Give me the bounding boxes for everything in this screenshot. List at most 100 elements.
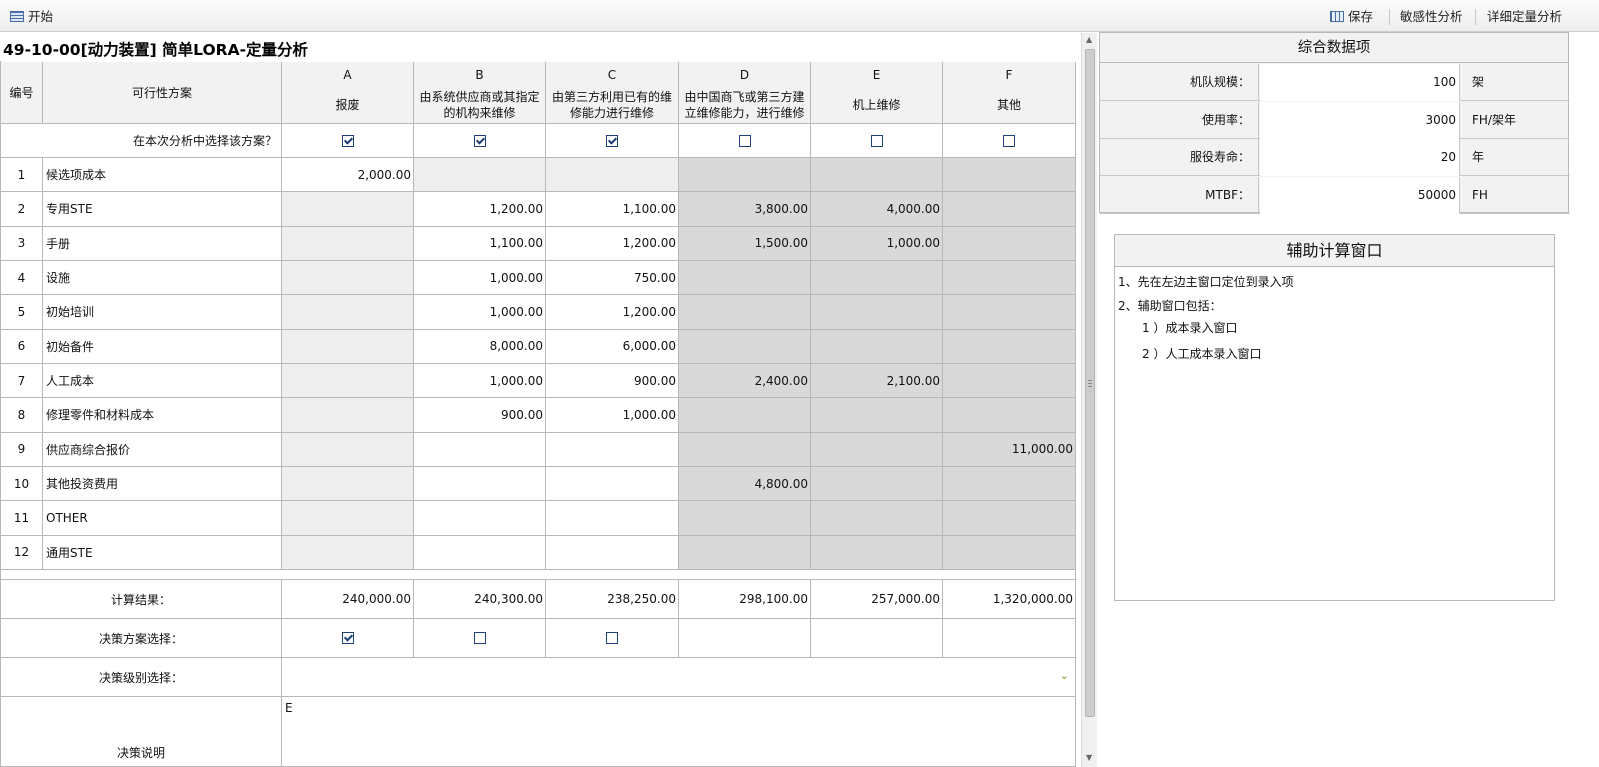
cost-cell[interactable]: [943, 260, 1076, 296]
cost-cell[interactable]: 1,500.00: [679, 226, 811, 261]
cost-cell[interactable]: [414, 432, 546, 467]
chevron-down-icon[interactable]: ⌄: [1060, 669, 1069, 682]
cost-cell[interactable]: [546, 501, 679, 536]
option-select-cell: [414, 124, 546, 158]
cost-cell[interactable]: [943, 363, 1076, 399]
start-button[interactable]: 开始: [10, 8, 53, 26]
cost-cell[interactable]: [811, 260, 943, 296]
save-button[interactable]: 保存: [1330, 8, 1373, 26]
cost-cell[interactable]: 1,000.00: [546, 398, 679, 433]
summary-value-input[interactable]: 3000: [1260, 101, 1460, 139]
cost-cell[interactable]: [679, 295, 811, 330]
option-select-checkbox[interactable]: [606, 134, 618, 147]
cost-cell[interactable]: 1,000.00: [414, 295, 546, 330]
header-option: 可行性方案: [43, 62, 282, 124]
cost-cell[interactable]: [811, 158, 943, 193]
header-column-a: A 报废: [282, 62, 414, 124]
cost-cell[interactable]: [943, 501, 1076, 536]
cost-cell[interactable]: [679, 432, 811, 467]
cost-cell[interactable]: [943, 226, 1076, 261]
cost-cell[interactable]: [679, 398, 811, 433]
cost-cell[interactable]: [943, 158, 1076, 193]
cost-cell: [282, 295, 414, 330]
option-select-checkbox[interactable]: [341, 134, 354, 147]
row-name: 初始备件: [43, 329, 282, 364]
cost-cell[interactable]: [943, 295, 1076, 330]
cost-cell[interactable]: [811, 295, 943, 330]
cost-cell[interactable]: 2,100.00: [811, 363, 943, 399]
cost-cell[interactable]: [811, 535, 943, 570]
decision-checkbox[interactable]: [473, 632, 486, 644]
scroll-up-icon[interactable]: ▲: [1086, 35, 1092, 44]
cost-cell[interactable]: [943, 192, 1076, 227]
row-number: 11: [1, 501, 43, 536]
cost-cell[interactable]: 1,000.00: [414, 260, 546, 296]
cost-cell: [282, 398, 414, 433]
option-select-checkbox[interactable]: [473, 134, 486, 147]
cost-cell[interactable]: 2,000.00: [282, 158, 414, 193]
cost-cell[interactable]: [546, 535, 679, 570]
cost-cell: [414, 158, 546, 193]
cost-cell[interactable]: [811, 432, 943, 467]
cost-cell[interactable]: [811, 329, 943, 364]
cost-cell[interactable]: [414, 535, 546, 570]
decision-checkbox[interactable]: [341, 632, 354, 644]
cost-cell[interactable]: 4,800.00: [679, 466, 811, 502]
vertical-scrollbar[interactable]: ▲ ▼: [1081, 33, 1097, 767]
cost-cell[interactable]: [679, 158, 811, 193]
cost-cell: [282, 432, 414, 467]
cost-cell[interactable]: 1,000.00: [811, 226, 943, 261]
scrollbar-thumb[interactable]: [1085, 49, 1095, 717]
row-name: OTHER: [43, 501, 282, 536]
summary-value-input[interactable]: 50000: [1260, 176, 1460, 214]
sensitivity-analysis-button[interactable]: 敏感性分析: [1400, 8, 1463, 26]
column-desc: 由第三方利用已有的维修能力进行维修: [551, 90, 672, 120]
cost-cell[interactable]: [943, 398, 1076, 433]
cost-cell[interactable]: [943, 329, 1076, 364]
cost-cell[interactable]: 900.00: [414, 398, 546, 433]
cost-cell[interactable]: 750.00: [546, 260, 679, 296]
decision-cell: [943, 619, 1076, 658]
column-letter: A: [343, 68, 352, 82]
cost-cell[interactable]: [546, 432, 679, 467]
cost-cell[interactable]: 1,200.00: [414, 192, 546, 227]
cost-cell[interactable]: 1,100.00: [414, 226, 546, 261]
lora-analysis-table: 编号 可行性方案 A 报废 B 由系统供应商或其指定的机构来维修 C 由第三方利用已有的维修能…: [0, 61, 1080, 767]
cost-cell[interactable]: [943, 466, 1076, 502]
cost-cell[interactable]: 1,200.00: [546, 295, 679, 330]
cost-cell[interactable]: 1,100.00: [546, 192, 679, 227]
cost-cell[interactable]: [679, 501, 811, 536]
decision-level-select[interactable]: ⌄: [282, 658, 1076, 697]
cost-cell[interactable]: 2,400.00: [679, 363, 811, 399]
helper-line: 2 ）人工成本录入窗口: [1142, 347, 1262, 361]
cost-cell[interactable]: [414, 466, 546, 502]
cost-cell[interactable]: [811, 466, 943, 502]
cost-cell[interactable]: 900.00: [546, 363, 679, 399]
decision-checkbox[interactable]: [606, 632, 618, 644]
scroll-down-icon[interactable]: ▼: [1086, 753, 1092, 762]
option-select-checkbox[interactable]: [870, 134, 883, 147]
cost-cell[interactable]: [679, 329, 811, 364]
cost-cell[interactable]: 1,000.00: [414, 363, 546, 399]
cost-cell[interactable]: [546, 466, 679, 502]
cost-cell[interactable]: 3,800.00: [679, 192, 811, 227]
detail-analysis-button[interactable]: 详细定量分析: [1487, 8, 1562, 26]
cost-cell[interactable]: 4,000.00: [811, 192, 943, 227]
cost-cell[interactable]: 11,000.00: [943, 432, 1076, 467]
row-number: 2: [1, 192, 43, 227]
cost-cell[interactable]: 6,000.00: [546, 329, 679, 364]
summary-value-input[interactable]: 20: [1260, 139, 1460, 176]
cost-cell[interactable]: [679, 535, 811, 570]
cost-cell[interactable]: [811, 398, 943, 433]
option-select-checkbox[interactable]: [738, 134, 751, 147]
cost-cell[interactable]: [414, 501, 546, 536]
cost-cell[interactable]: 8,000.00: [414, 329, 546, 364]
decision-explain-textarea[interactable]: E: [282, 697, 1076, 767]
option-select-checkbox[interactable]: [1003, 134, 1015, 147]
cost-cell[interactable]: [679, 260, 811, 296]
cost-cell[interactable]: [943, 535, 1076, 570]
summary-value-input[interactable]: 100: [1260, 64, 1460, 101]
cost-cell[interactable]: [811, 501, 943, 536]
decision-cell: [811, 619, 943, 658]
cost-cell[interactable]: 1,200.00: [546, 226, 679, 261]
